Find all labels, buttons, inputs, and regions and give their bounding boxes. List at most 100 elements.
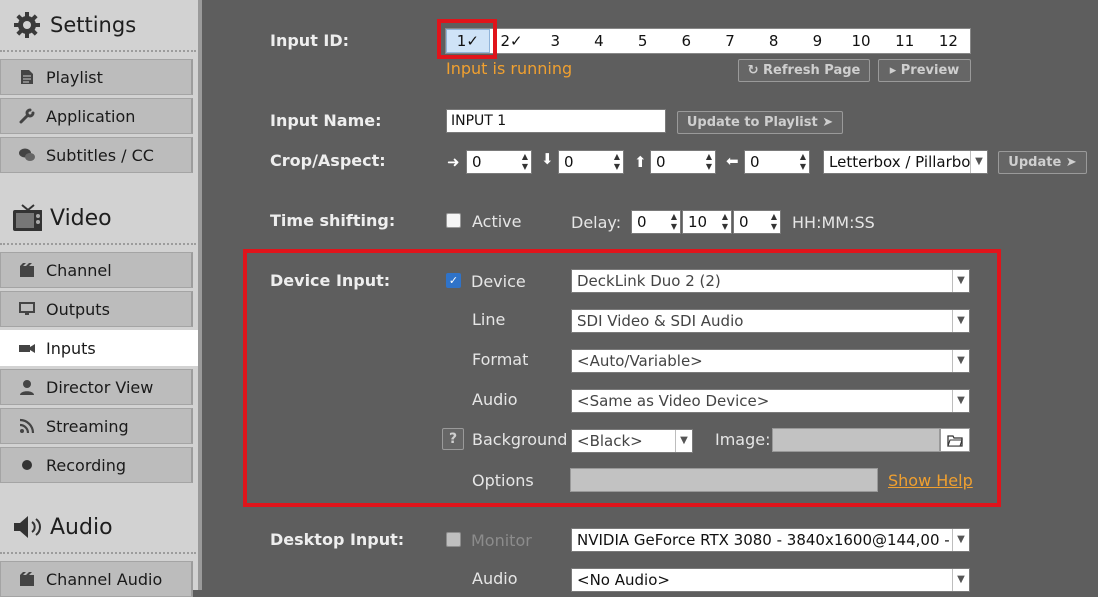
sidebar-item-label: Playlist: [46, 67, 103, 87]
line-select[interactable]: SDI Video & SDI Audio ▼: [571, 309, 970, 333]
sidebar-item-label: Streaming: [46, 416, 129, 436]
audio-title: Audio: [50, 514, 113, 540]
delay-hours-value: 0: [637, 213, 647, 231]
sidebar-item-inputs[interactable]: Inputs: [0, 330, 198, 366]
options-field[interactable]: [570, 468, 878, 492]
delay-label: Delay:: [571, 213, 622, 232]
delay-seconds-stepper[interactable]: 0 ▲ ▼: [733, 210, 781, 234]
chevron-down-icon[interactable]: ▼: [952, 350, 969, 372]
document-icon: [18, 68, 36, 86]
input-tab-12[interactable]: 12: [927, 32, 971, 50]
audio-select-value: <Same as Video Device>: [577, 392, 770, 410]
delay-format-text: HH:MM:SS: [792, 213, 875, 232]
device-checkbox[interactable]: ✓: [446, 273, 461, 288]
stepper-arrows-icon[interactable]: ▲ ▼: [671, 212, 677, 232]
stepper-arrows-icon[interactable]: ▲ ▼: [522, 152, 528, 172]
input-tab-10[interactable]: 10: [839, 32, 883, 50]
update-crop-button[interactable]: Update ➤: [998, 151, 1087, 174]
input-name-label: Input Name:: [270, 111, 382, 130]
arrow-down-icon: ⬇: [541, 150, 554, 168]
sidebar-item-playlist[interactable]: Playlist: [0, 59, 193, 95]
chevron-down-icon[interactable]: ▼: [952, 270, 969, 292]
film-icon: [18, 261, 36, 279]
sidebar-item-label: Subtitles / CC: [46, 145, 154, 165]
person-icon: [18, 378, 36, 396]
time-shifting-active-checkbox[interactable]: [446, 213, 461, 228]
line-label: Line: [472, 310, 506, 329]
input-tab-2[interactable]: 2✓: [490, 32, 534, 50]
input-tab-3[interactable]: 3: [533, 32, 577, 50]
chevron-down-icon[interactable]: ▼: [952, 529, 969, 551]
chevron-down-icon[interactable]: ▼: [952, 569, 969, 591]
aspect-select[interactable]: Letterbox / Pillarbox ▼: [823, 150, 988, 174]
image-path-field[interactable]: [772, 428, 940, 452]
update-to-playlist-button[interactable]: Update to Playlist ➤: [677, 111, 843, 134]
sidebar-item-director-view[interactable]: Director View: [0, 369, 193, 405]
preview-button[interactable]: ▸ Preview: [878, 59, 971, 82]
arrow-right-icon: ➜: [447, 153, 460, 171]
input-tab-6[interactable]: 6: [664, 32, 708, 50]
delay-hours-stepper[interactable]: 0 ▲ ▼: [631, 210, 681, 234]
stepper-arrows-icon[interactable]: ▲ ▼: [771, 212, 777, 232]
crop-bottom-stepper[interactable]: 0 ▲ ▼: [650, 150, 716, 174]
sidebar-item-application[interactable]: Application: [0, 98, 193, 134]
sidebar-item-channel-audio[interactable]: Channel Audio: [0, 561, 193, 597]
crop-left-stepper[interactable]: 0 ▲ ▼: [466, 150, 532, 174]
chevron-down-icon[interactable]: ▼: [952, 390, 969, 412]
arrow-left-icon: ⬅: [726, 152, 739, 170]
monitor-checkbox[interactable]: [446, 532, 461, 547]
chevron-down-icon[interactable]: ▼: [675, 430, 692, 452]
format-select[interactable]: <Auto/Variable> ▼: [571, 349, 970, 373]
speaker-icon: [12, 512, 42, 542]
audio-select[interactable]: <Same as Video Device> ▼: [571, 389, 970, 413]
chevron-down-icon[interactable]: ▼: [952, 310, 969, 332]
delay-minutes-stepper[interactable]: 10 ▲ ▼: [682, 210, 732, 234]
input-tab-7[interactable]: 7: [708, 32, 752, 50]
sidebar-item-label: Inputs: [46, 338, 96, 358]
input-tab-1[interactable]: 1✓: [446, 29, 490, 53]
input-tab-4[interactable]: 4: [577, 32, 621, 50]
input-id-tabs: 1✓ 2✓ 3 4 5 6 7 8 9 10 11 12: [445, 28, 971, 54]
input-name-field[interactable]: [446, 109, 666, 133]
sidebar-item-recording[interactable]: Recording: [0, 447, 193, 483]
stepper-arrows-icon[interactable]: ▲ ▼: [800, 152, 806, 172]
background-select-value: <Black>: [577, 432, 643, 450]
refresh-page-button[interactable]: ↻ Refresh Page: [738, 59, 870, 82]
crop-right-stepper[interactable]: 0 ▲ ▼: [744, 150, 810, 174]
audio-section-header: Audio: [0, 502, 196, 554]
sidebar-item-subtitles[interactable]: Subtitles / CC: [0, 137, 193, 173]
monitor-select[interactable]: NVIDIA GeForce RTX 3080 - 3840x1600@144,…: [571, 528, 970, 552]
image-label: Image:: [715, 430, 771, 449]
speech-bubbles-icon: [18, 146, 36, 164]
input-tab-8[interactable]: 8: [752, 32, 796, 50]
format-label: Format: [472, 350, 529, 369]
sidebar-item-channel[interactable]: Channel: [0, 252, 193, 288]
background-select[interactable]: <Black> ▼: [571, 429, 693, 453]
stepper-arrows-icon[interactable]: ▲ ▼: [706, 152, 712, 172]
open-folder-icon[interactable]: [940, 428, 970, 452]
stepper-arrows-icon[interactable]: ▲ ▼: [614, 152, 620, 172]
chevron-down-icon[interactable]: ▼: [970, 151, 987, 173]
video-title: Video: [50, 205, 112, 231]
desktop-audio-select[interactable]: <No Audio> ▼: [571, 568, 970, 592]
time-shifting-active-label: Active: [472, 212, 522, 231]
input-tab-5[interactable]: 5: [621, 32, 665, 50]
tv-icon: [12, 203, 42, 233]
crop-top-stepper[interactable]: 0 ▲ ▼: [558, 150, 624, 174]
input-tab-9[interactable]: 9: [796, 32, 840, 50]
device-select[interactable]: DeckLink Duo 2 (2) ▼: [571, 269, 970, 293]
camera-icon: [18, 339, 36, 357]
stepper-arrows-icon[interactable]: ▲ ▼: [722, 212, 728, 232]
sidebar-item-outputs[interactable]: Outputs: [0, 291, 193, 327]
crop-aspect-label: Crop/Aspect:: [270, 151, 386, 170]
device-input-label: Device Input:: [270, 271, 391, 290]
desktop-input-label: Desktop Input:: [270, 530, 405, 549]
show-help-link[interactable]: Show Help: [888, 471, 973, 490]
input-tab-11[interactable]: 11: [883, 32, 927, 50]
record-dot-icon: [18, 456, 36, 474]
background-label: Background: [472, 430, 568, 449]
sidebar-item-streaming[interactable]: Streaming: [0, 408, 193, 444]
gear-icon: [12, 10, 42, 40]
help-icon[interactable]: ?: [442, 428, 464, 450]
device-select-value: DeckLink Duo 2 (2): [577, 272, 721, 290]
